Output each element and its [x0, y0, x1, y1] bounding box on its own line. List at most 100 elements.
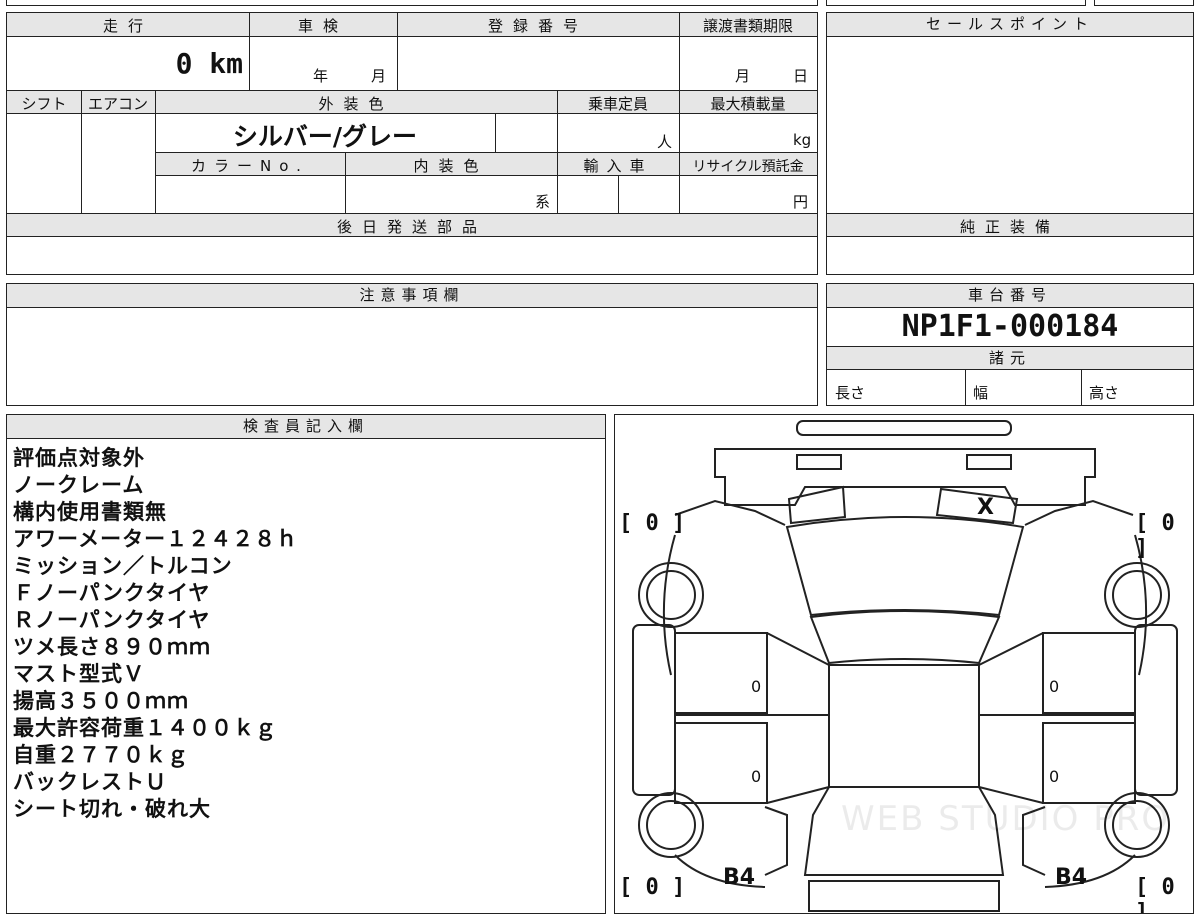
exterior-color-label: 外装色 [318, 95, 394, 113]
side-left-value-1: 0 [751, 677, 762, 696]
inspection-label: 車検 [297, 17, 348, 35]
tire-rear-right-value: [ 0 ] [1135, 875, 1175, 914]
mark-b4-right: B4 [1055, 865, 1088, 890]
sales-point-label: セールスポイント [827, 13, 1193, 37]
mileage-label: 走行 [102, 17, 153, 35]
note-line: ミッション／トルコン [13, 554, 233, 578]
headlight-right [966, 454, 1012, 470]
grid-v-mileage [249, 13, 250, 90]
mark-b4-left: B4 [723, 865, 756, 890]
note-line: 構内使用書類無 [13, 500, 167, 524]
chassis-label: 車台番号 [827, 284, 1193, 308]
note-line: 評価点対象外 [13, 446, 145, 470]
max-load-label: 最大積載量 [710, 95, 786, 113]
exterior-color-value: シルバー/グレー [232, 122, 418, 151]
car-outline-svg [632, 420, 1178, 912]
inspection-year: 年 [313, 67, 329, 85]
front-bumper-outline [796, 420, 1012, 436]
side-skirt-right [1134, 624, 1178, 796]
top-strip-corner [1094, 0, 1194, 6]
door-rear-left [674, 722, 768, 804]
roof-outline [828, 664, 980, 788]
front-fender-outline [662, 534, 1148, 676]
wheel-front-right [1104, 562, 1170, 628]
mirror-left [787, 485, 847, 525]
grid-v-inspection [397, 13, 398, 90]
transfer-month: 月 [735, 67, 751, 85]
sales-point-box: セールスポイント 純正装備 [826, 12, 1194, 275]
front-grille-outline [714, 448, 1096, 506]
side-right-value-2: 0 [1049, 767, 1060, 786]
side-skirt-left [632, 624, 676, 796]
tire-rear-left-value: [ 0 ] [619, 875, 686, 900]
tire-front-right-value: [ 0 ] [1135, 511, 1175, 561]
length-label: 長さ [835, 384, 866, 402]
caution-box: 注意事項欄 [6, 283, 818, 406]
interior-color-label: 内装色 [413, 157, 489, 175]
note-line: Ｒノーパンクタイヤ [13, 608, 211, 632]
note-line: マスト型式Ｖ [13, 662, 145, 686]
recycle-unit: 円 [793, 193, 809, 211]
aircon-label: エアコン [87, 95, 148, 113]
note-line: 揚高３５００ｍｍ [13, 689, 189, 713]
door-front-left [674, 632, 768, 714]
roof-front-outline [809, 610, 1001, 665]
grid-v-exterior-sub [495, 114, 496, 152]
note-line: バックレストＵ [13, 770, 167, 794]
wheel-rear-left-inner [646, 800, 696, 850]
headlight-left [796, 454, 842, 470]
door-front-right [1042, 632, 1136, 714]
door-rear-right [1042, 722, 1136, 804]
specs-label: 諸元 [827, 346, 1193, 370]
wheel-rear-left [638, 792, 704, 858]
watermark: WEB STUDIO PRO [841, 799, 1171, 839]
vehicle-diagram: [ 0 ] [ 0 ] [ 0 ] [ 0 ] X 0 0 0 0 B4 B4 … [614, 414, 1194, 914]
transfer-day: 日 [793, 67, 809, 85]
inspector-label: 検査員記入欄 [7, 415, 605, 439]
wheel-front-left-inner [646, 570, 696, 620]
height-label: 高さ [1089, 384, 1120, 402]
genuine-equipment-label: 純正装備 [959, 218, 1060, 236]
wheel-front-left [638, 562, 704, 628]
note-line: アワーメーター１２４２８ｈ [13, 527, 299, 551]
max-load-unit: kg [793, 131, 812, 149]
windshield-outline [785, 516, 1025, 617]
top-strip [6, 0, 818, 6]
side-right-value-1: 0 [1049, 677, 1060, 696]
grid-v-color-no [345, 152, 346, 213]
transfer-deadline-label: 譲渡書類期限 [702, 17, 793, 35]
specs-divider-1 [965, 370, 966, 406]
caution-label: 注意事項欄 [7, 284, 817, 308]
note-line: 最大許容荷重１４００ｋｇ [13, 716, 277, 740]
vehicle-info-table: 走行 車検 登録番号 譲渡書類期限 0 km 年 月 月 日 シフト エアコン … [6, 12, 818, 275]
grid-v-exterior [557, 90, 558, 213]
inspector-box: 検査員記入欄 評価点対象外 ノークレーム 構内使用書類無 アワーメーター１２４２… [6, 414, 606, 914]
side-left-value-2: 0 [751, 767, 762, 786]
recycle-label: リサイクル預託金 [692, 159, 804, 175]
pillar-right [978, 632, 1044, 804]
grid-v-import [618, 176, 619, 213]
color-no-label: カラーNo. [191, 157, 309, 175]
note-line: Ｆノーパンクタイヤ [13, 581, 211, 605]
grid-v-registration [679, 13, 680, 213]
registration-label: 登録番号 [487, 17, 588, 35]
pillar-left [766, 632, 830, 804]
mark-x: X [977, 495, 994, 520]
shift-label: シフト [21, 95, 67, 113]
inspector-notes: 評価点対象外 ノークレーム 構内使用書類無 アワーメーター１２４２８ｈ ミッショ… [7, 441, 605, 823]
grid-v-shift [81, 90, 82, 213]
interior-color-suffix: 系 [535, 193, 551, 211]
note-line: 自重２７７０ｋｇ [13, 743, 189, 767]
rear-bumper-outline [808, 880, 1000, 912]
note-line: ノークレーム [13, 473, 145, 497]
capacity-unit: 人 [657, 133, 673, 151]
grid-v-aircon [155, 90, 156, 213]
chassis-box: 車台番号 NP1F1-000184 諸元 長さ 幅 高さ [826, 283, 1194, 406]
mileage-value: 0 km [175, 47, 243, 80]
import-label: 輸入車 [583, 157, 653, 175]
top-strip-right [826, 0, 1086, 6]
inspection-month: 月 [371, 67, 387, 85]
capacity-label: 乗車定員 [587, 95, 648, 113]
specs-divider-2 [1081, 370, 1082, 406]
note-line: ツメ長さ８９０ｍｍ [13, 635, 211, 659]
